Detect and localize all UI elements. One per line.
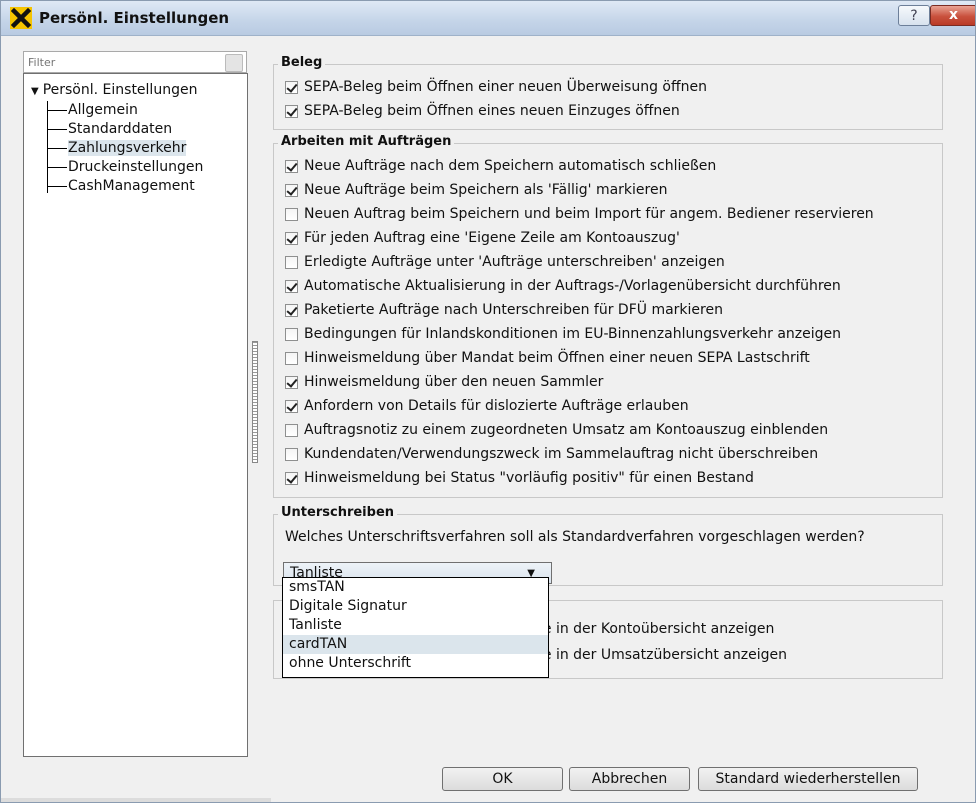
auftrag-option-10[interactable]: Anfordern von Details für dislozierte Au… [285,396,689,416]
checkbox[interactable] [285,303,298,317]
signature-method-dropdown[interactable]: smsTAN Digitale Signatur Tanliste cardTA… [282,577,549,678]
dropdown-option-digitale-signatur[interactable]: Digitale Signatur [283,597,548,616]
auftrag-option-0[interactable]: Neue Aufträge nach dem Speichern automat… [285,156,716,176]
auftrag-option-12[interactable]: Kundendaten/Verwendungszweck im Sammelau… [285,444,818,464]
close-button[interactable]: x [930,5,975,26]
auftrag-option-9[interactable]: Hinweismeldung über den neuen Sammler [285,372,603,392]
auftrag-option-4[interactable]: Erledigte Aufträge unter 'Aufträge unter… [285,252,725,272]
group-title-beleg: Beleg [278,55,326,70]
auftrag-option-8[interactable]: Hinweismeldung über Mandat beim Öffnen e… [285,348,810,368]
dropdown-option-tanliste[interactable]: Tanliste [283,616,548,635]
restore-defaults-button[interactable]: Standard wiederherstellen [698,767,918,791]
title-bar[interactable]: Persönl. Einstellungen ? x [1,1,975,36]
checkbox[interactable] [285,207,298,221]
checkbox[interactable] [285,255,298,269]
auftrag-option-2[interactable]: Neuen Auftrag beim Speichern und beim Im… [285,204,874,224]
auftrag-option-6[interactable]: Paketierte Aufträge nach Unterschreiben … [285,300,723,320]
checkbox[interactable] [285,471,298,485]
tree-item-cashmanagement[interactable]: CashManagement [47,177,195,196]
auftrag-option-13[interactable]: Hinweismeldung bei Status "vorläufig pos… [285,468,754,488]
checkbox[interactable] [285,183,298,197]
auftrag-option-3[interactable]: Für jeden Auftrag eine 'Eigene Zeile am … [285,228,680,248]
beleg-option-1[interactable]: SEPA-Beleg beim Öffnen eines neuen Einzu… [285,101,680,121]
auftrag-option-7[interactable]: Bedingungen für Inlandskonditionen im EU… [285,324,841,344]
splitter-handle[interactable] [252,341,258,463]
tree-item-zahlungsverkehr[interactable]: Zahlungsverkehr [47,139,187,158]
checkbox[interactable] [285,231,298,245]
checkbox[interactable] [285,351,298,365]
raiffeisen-x-icon [10,7,32,29]
dropdown-option-ohne-unterschrift[interactable]: ohne Unterschrift [283,654,548,673]
tree-root-label: Persönl. Einstellungen [42,82,198,98]
group-title-unterschreiben: Unterschreiben [278,505,398,520]
dropdown-option-smstan[interactable]: smsTAN [283,578,548,597]
dropdown-option-cardtan[interactable]: cardTAN [283,635,548,654]
tree-root[interactable]: ▼ Persönl. Einstellungen [31,82,197,98]
window-title: Persönl. Einstellungen [39,9,230,27]
tree-item-druckeinstellungen[interactable]: Druckeinstellungen [47,158,203,177]
checkbox[interactable] [285,327,298,341]
checkbox[interactable] [285,279,298,293]
group-beleg: Beleg SEPA-Beleg beim Öffnen einer neuen… [273,55,943,130]
checkbox[interactable] [285,399,298,413]
overview-option-1[interactable]: ge in der Umsatzübersicht anzeigen [534,645,787,665]
settings-tree: ▼ Persönl. Einstellungen Allgemein Standa… [23,73,248,757]
status-strip [1,798,271,802]
expand-triangle-icon[interactable]: ▼ [31,86,39,97]
group-unterschreiben: Unterschreiben Welches Unterschriftsverf… [273,505,943,586]
auftrag-option-5[interactable]: Automatische Aktualisierung in der Auftr… [285,276,841,296]
help-button[interactable]: ? [898,5,930,26]
signature-question: Welches Unterschriftsverfahren soll als … [285,529,865,545]
filter-clear-icon[interactable] [225,54,243,72]
ok-button[interactable]: OK [442,767,563,791]
filter-input[interactable] [24,52,222,72]
auftrag-option-1[interactable]: Neue Aufträge beim Speichern als 'Fällig… [285,180,667,200]
overview-option-0[interactable]: ge in der Kontoübersicht anzeigen [534,619,774,639]
checkbox[interactable] [285,80,298,94]
tree-item-standarddaten[interactable]: Standarddaten [47,120,172,139]
group-auftraege: Arbeiten mit Aufträgen Neue Aufträge nac… [273,134,943,498]
beleg-option-0[interactable]: SEPA-Beleg beim Öffnen einer neuen Überw… [285,77,707,97]
tree-item-allgemein[interactable]: Allgemein [47,101,138,120]
cancel-button[interactable]: Abbrechen [569,767,690,791]
checkbox[interactable] [285,447,298,461]
checkbox[interactable] [285,104,298,118]
checkbox[interactable] [285,423,298,437]
checkbox[interactable] [285,375,298,389]
checkbox[interactable] [285,159,298,173]
settings-dialog: Persönl. Einstellungen ? x ▼Persönl. Ein… [0,0,976,803]
filter-field[interactable] [23,51,247,73]
group-title-auftraege: Arbeiten mit Aufträgen [278,134,455,149]
auftrag-option-11[interactable]: Auftragsnotiz zu einem zugeordneten Umsa… [285,420,828,440]
